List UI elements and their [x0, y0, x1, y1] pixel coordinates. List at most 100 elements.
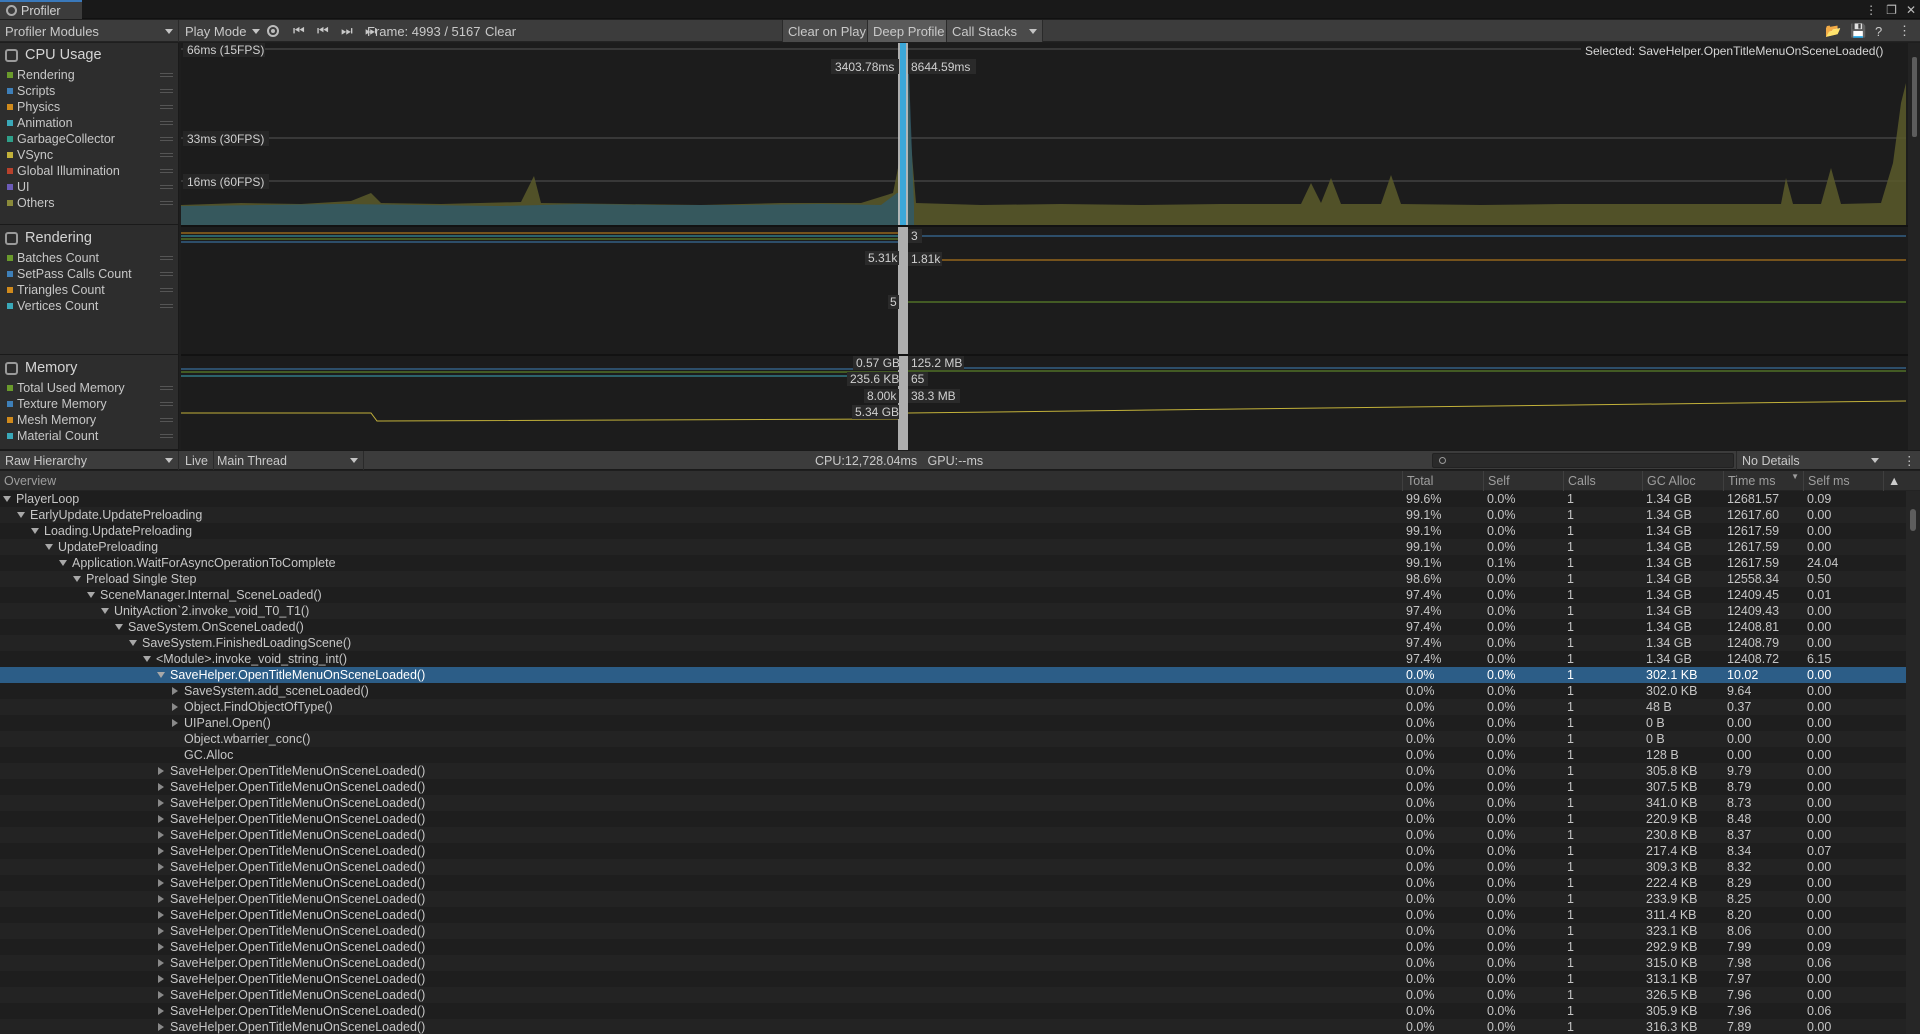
- view-type-dropdown[interactable]: Raw Hierarchy: [0, 451, 179, 470]
- previous-frame-button[interactable]: ⏮: [312, 20, 334, 42]
- drag-handle-icon[interactable]: [160, 402, 173, 406]
- profiler-modules-dropdown[interactable]: Profiler Modules: [0, 20, 179, 42]
- table-row[interactable]: <Module>.invoke_void_string_int() 97.4% 0.…: [0, 651, 1906, 667]
- drag-handle-icon[interactable]: [160, 137, 173, 141]
- table-row[interactable]: Application.WaitForAsyncOperationToCompl…: [0, 555, 1906, 571]
- table-row[interactable]: SaveSystem.add_sceneLoaded() 0.0% 0.0% 1 302…: [0, 683, 1906, 699]
- collapsed-arrow-icon[interactable]: [156, 763, 165, 779]
- play-mode-dropdown[interactable]: Play Mode: [180, 20, 265, 42]
- live-toggle[interactable]: Live: [180, 451, 214, 470]
- table-row[interactable]: Preload Single Step 98.6% 0.0% 1 1.34 GB 1255…: [0, 571, 1906, 587]
- table-row[interactable]: SaveHelper.OpenTitleMenuOnSceneLoaded() 0…: [0, 955, 1906, 971]
- table-row[interactable]: SaveSystem.OnSceneLoaded() 97.4% 0.0% 1 1.34…: [0, 619, 1906, 635]
- collapsed-arrow-icon[interactable]: [156, 811, 165, 827]
- legend-item-batches-count[interactable]: Batches Count: [0, 250, 178, 266]
- maximize-icon[interactable]: ❐: [1886, 3, 1897, 17]
- table-row[interactable]: SaveHelper.OpenTitleMenuOnSceneLoaded() 0…: [0, 811, 1906, 827]
- drag-handle-icon[interactable]: [160, 304, 173, 308]
- legend-item-animation[interactable]: Animation: [0, 115, 178, 131]
- collapsed-arrow-icon[interactable]: [156, 779, 165, 795]
- expanded-arrow-icon[interactable]: [114, 619, 123, 635]
- collapsed-arrow-icon[interactable]: [170, 683, 179, 699]
- drag-handle-icon[interactable]: [160, 386, 173, 390]
- expanded-arrow-icon[interactable]: [142, 651, 151, 667]
- legend-item-mesh-memory[interactable]: Mesh Memory: [0, 412, 178, 428]
- table-row[interactable]: UpdatePreloading 99.1% 0.0% 1 1.34 GB 12617.5…: [0, 539, 1906, 555]
- clear-on-play-button[interactable]: Clear on Play: [782, 20, 873, 42]
- table-row[interactable]: SaveHelper.OpenTitleMenuOnSceneLoaded() 0…: [0, 891, 1906, 907]
- expanded-arrow-icon[interactable]: [100, 603, 109, 619]
- expanded-arrow-icon[interactable]: [156, 667, 165, 683]
- drag-handle-icon[interactable]: [160, 105, 173, 109]
- column-self[interactable]: Self: [1483, 471, 1563, 491]
- collapsed-arrow-icon[interactable]: [156, 987, 165, 1003]
- table-row[interactable]: SceneManager.Internal_SceneLoaded() 97.4%…: [0, 587, 1906, 603]
- search-input[interactable]: [1432, 453, 1734, 468]
- table-row[interactable]: SaveHelper.OpenTitleMenuOnSceneLoaded() 0…: [0, 907, 1906, 923]
- drag-handle-icon[interactable]: [160, 288, 173, 292]
- hierarchy-menu-button[interactable]: ⋮: [1898, 451, 1920, 470]
- legend-item-triangles-count[interactable]: Triangles Count: [0, 282, 178, 298]
- table-row[interactable]: SaveHelper.OpenTitleMenuOnSceneLoaded() 0…: [0, 1019, 1906, 1034]
- legend-item-physics[interactable]: Physics: [0, 99, 178, 115]
- collapsed-arrow-icon[interactable]: [156, 843, 165, 859]
- legend-item-total-used-memory[interactable]: Total Used Memory: [0, 380, 178, 396]
- collapsed-arrow-icon[interactable]: [156, 875, 165, 891]
- expanded-arrow-icon[interactable]: [86, 587, 95, 603]
- collapsed-arrow-icon[interactable]: [156, 1019, 165, 1034]
- collapse-graph-button[interactable]: ▲: [1883, 471, 1920, 491]
- table-row[interactable]: SaveHelper.OpenTitleMenuOnSceneLoaded() 0…: [0, 763, 1906, 779]
- thread-dropdown[interactable]: Main Thread: [212, 451, 364, 470]
- deep-profile-button[interactable]: Deep Profile: [867, 20, 951, 42]
- table-row[interactable]: SaveHelper.OpenTitleMenuOnSceneLoaded() 0…: [0, 1003, 1906, 1019]
- table-row[interactable]: Loading.UpdatePreloading 99.1% 0.0% 1 1.34 G…: [0, 523, 1906, 539]
- column-self-ms[interactable]: Self ms: [1803, 471, 1883, 491]
- table-row[interactable]: SaveHelper.OpenTitleMenuOnSceneLoaded() 0…: [0, 923, 1906, 939]
- drag-handle-icon[interactable]: [160, 121, 173, 125]
- legend-item-setpass-calls-count[interactable]: SetPass Calls Count: [0, 266, 178, 282]
- drag-handle-icon[interactable]: [160, 185, 173, 189]
- drag-handle-icon[interactable]: [160, 169, 173, 173]
- table-row[interactable]: Object.wbarrier_conc() 0.0% 0.0% 1 0 B 0.00 0.…: [0, 731, 1906, 747]
- drag-handle-icon[interactable]: [160, 272, 173, 276]
- profiler-charts[interactable]: 66ms (15FPS) 33ms (30FPS) 16ms (60FPS) 3…: [181, 43, 1920, 450]
- legend-item-texture-memory[interactable]: Texture Memory: [0, 396, 178, 412]
- collapsed-arrow-icon[interactable]: [156, 923, 165, 939]
- collapsed-arrow-icon[interactable]: [156, 891, 165, 907]
- legend-item-global-illumination[interactable]: Global Illumination: [0, 163, 178, 179]
- table-row[interactable]: SaveHelper.OpenTitleMenuOnSceneLoaded() 0…: [0, 939, 1906, 955]
- table-row[interactable]: SaveHelper.OpenTitleMenuOnSceneLoaded() 0…: [0, 987, 1906, 1003]
- table-row[interactable]: SaveHelper.OpenTitleMenuOnSceneLoaded() 0…: [0, 795, 1906, 811]
- rendering-module[interactable]: Rendering Batches Count SetPass Calls Cou…: [0, 226, 178, 355]
- column-time-ms[interactable]: Time ms ▼: [1723, 471, 1803, 491]
- expanded-arrow-icon[interactable]: [30, 523, 39, 539]
- collapsed-arrow-icon[interactable]: [156, 1003, 165, 1019]
- drag-handle-icon[interactable]: [160, 89, 173, 93]
- legend-item-rendering[interactable]: Rendering: [0, 67, 178, 83]
- next-frame-button[interactable]: ⏭: [336, 20, 358, 42]
- column-overview[interactable]: Overview: [0, 471, 1402, 491]
- table-row[interactable]: SaveHelper.OpenTitleMenuOnSceneLoaded() 0…: [0, 971, 1906, 987]
- legend-item-vsync[interactable]: VSync: [0, 147, 178, 163]
- more-options-icon[interactable]: ⋮: [1865, 3, 1877, 17]
- table-row[interactable]: SaveHelper.OpenTitleMenuOnSceneLoaded() 0…: [0, 843, 1906, 859]
- first-frame-button[interactable]: ⏮: [288, 20, 310, 42]
- collapsed-arrow-icon[interactable]: [156, 907, 165, 923]
- drag-handle-icon[interactable]: [160, 418, 173, 422]
- hierarchy-scrollbar[interactable]: [1906, 491, 1920, 1034]
- legend-item-ui[interactable]: UI: [0, 179, 178, 195]
- collapsed-arrow-icon[interactable]: [156, 939, 165, 955]
- table-row[interactable]: SaveHelper.OpenTitleMenuOnSceneLoaded() 0…: [0, 827, 1906, 843]
- table-row[interactable]: Object.FindObjectOfType() 0.0% 0.0% 1 48 B 0.…: [0, 699, 1906, 715]
- help-button[interactable]: ?: [1870, 20, 1887, 42]
- close-icon[interactable]: ✕: [1906, 3, 1916, 17]
- drag-handle-icon[interactable]: [160, 201, 173, 205]
- expanded-arrow-icon[interactable]: [128, 635, 137, 651]
- record-button[interactable]: [262, 20, 284, 42]
- table-row[interactable]: SaveHelper.OpenTitleMenuOnSceneLoaded() 0…: [0, 875, 1906, 891]
- drag-handle-icon[interactable]: [160, 153, 173, 157]
- chart-scrollbar-thumb[interactable]: [1912, 57, 1917, 137]
- expanded-arrow-icon[interactable]: [58, 555, 67, 571]
- column-total[interactable]: Total: [1402, 471, 1483, 491]
- table-row[interactable]: UIPanel.Open() 0.0% 0.0% 1 0 B 0.00 0.00: [0, 715, 1906, 731]
